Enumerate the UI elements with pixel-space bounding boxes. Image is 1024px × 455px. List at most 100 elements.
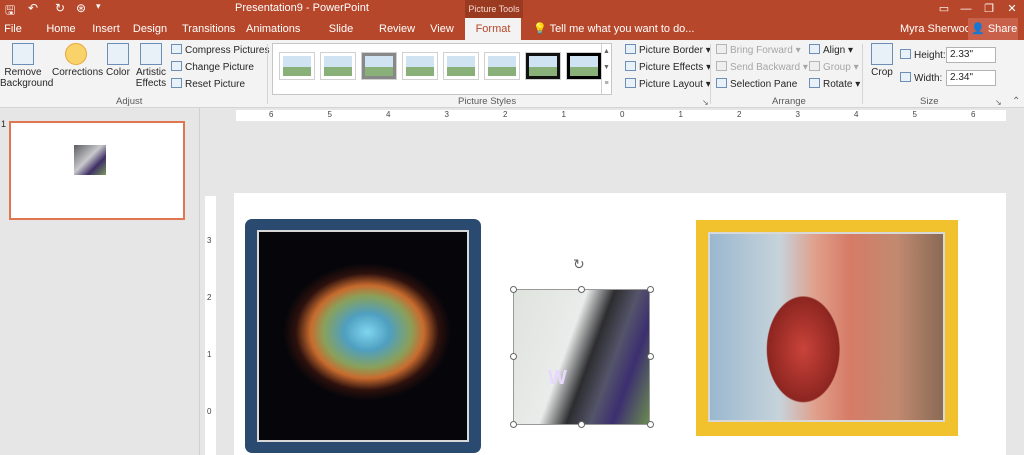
compress-label: Compress Pictures	[185, 45, 270, 56]
rotate-icon	[809, 78, 820, 88]
height-field[interactable]: 2.33"	[946, 47, 996, 63]
color-button[interactable]: Color	[103, 43, 133, 78]
change-picture-button[interactable]: Change Picture	[171, 61, 254, 73]
group-divider	[862, 44, 863, 104]
width-label: Width:	[900, 72, 942, 84]
anatomy-heart-image[interactable]	[708, 232, 945, 422]
gallery-scroll[interactable]: ▲ ▼ ≡	[601, 44, 611, 94]
maximize-icon[interactable]: ❐	[978, 0, 1000, 18]
bring-forward-icon	[716, 44, 727, 54]
ribbon-tabs: File Home Insert Design Transitions Anim…	[0, 18, 1024, 57]
remove-background-button[interactable]: Remove Background	[0, 43, 53, 89]
reset-picture-button[interactable]: Reset Picture	[171, 78, 245, 90]
resize-handle[interactable]	[647, 286, 654, 293]
close-icon[interactable]: ✕	[1001, 0, 1023, 18]
style-thumb-picture	[529, 56, 557, 76]
send-backward-label: Send Backward	[730, 62, 801, 73]
resize-handle[interactable]	[510, 286, 517, 293]
nebula-image[interactable]	[257, 230, 469, 442]
tab-design[interactable]: Design	[132, 18, 168, 40]
layout-icon	[625, 78, 636, 88]
ruler-tick-label: 3	[444, 110, 449, 119]
ruler-tick-label: 6	[269, 110, 274, 119]
resize-handle[interactable]	[510, 353, 517, 360]
ruler-tick-label: 4	[854, 110, 859, 119]
ruler-tick-label: 0	[207, 407, 212, 416]
tab-review[interactable]: Review	[379, 18, 415, 40]
style-thumb[interactable]	[279, 52, 315, 80]
resize-handle[interactable]	[578, 286, 585, 293]
width-label-text: Width:	[914, 73, 943, 84]
crop-button[interactable]: Crop	[868, 43, 896, 78]
height-icon	[900, 49, 911, 59]
effects-icon	[625, 61, 636, 71]
picture-border-button[interactable]: Picture Border ▾	[625, 44, 711, 56]
resize-handle[interactable]	[647, 421, 654, 428]
qat-customize-icon[interactable]: ▾	[96, 1, 101, 12]
resize-handle[interactable]	[510, 421, 517, 428]
bring-forward-button[interactable]: Bring Forward ▾	[716, 44, 801, 56]
dialog-launcher-icon[interactable]: ↘	[995, 98, 1002, 107]
horizontal-ruler: 6 5 4 3 2 1 0 1 2 3 4 5 6	[236, 110, 1006, 121]
group-divider	[710, 44, 711, 104]
slide-thumbnail[interactable]	[9, 121, 185, 220]
style-thumb[interactable]	[320, 52, 356, 80]
tab-insert[interactable]: Insert	[88, 18, 124, 40]
undo-icon[interactable]: ↶	[28, 1, 38, 15]
artistic-effects-button[interactable]: Artistic Effects	[134, 43, 168, 89]
tell-me-text: Tell me what you want to do...	[549, 23, 695, 35]
rotate-handle-icon[interactable]: ↻	[573, 256, 585, 273]
minimize-icon[interactable]: —	[955, 0, 977, 18]
height-value: 2.33"	[950, 49, 974, 60]
tab-transitions[interactable]: Transitions	[182, 18, 235, 40]
user-name[interactable]: Myra Sherwood	[900, 18, 977, 40]
crop-icon	[871, 43, 893, 65]
share-button[interactable]: 👤 Share	[968, 18, 1018, 40]
tab-file[interactable]: File	[0, 18, 26, 40]
picture-layout-button[interactable]: Picture Layout ▾	[625, 78, 711, 90]
ribbon-display-icon[interactable]: ▭	[933, 0, 955, 18]
group-button[interactable]: Group ▾	[809, 61, 859, 73]
style-thumb[interactable]	[484, 52, 520, 80]
tab-home[interactable]: Home	[42, 18, 80, 40]
husky-image[interactable]	[513, 289, 650, 425]
style-thumb-picture	[447, 56, 475, 76]
style-thumb[interactable]	[566, 52, 602, 80]
resize-handle[interactable]	[578, 421, 585, 428]
style-thumb[interactable]	[361, 52, 397, 80]
tab-animations[interactable]: Animations	[246, 18, 300, 40]
corrections-button[interactable]: Corrections	[52, 43, 103, 78]
picture-effects-button[interactable]: Picture Effects ▾	[625, 61, 711, 73]
compress-pictures-button[interactable]: Compress Pictures	[171, 44, 269, 56]
redo-icon[interactable]: ↻	[55, 1, 65, 15]
resize-handle[interactable]	[647, 353, 654, 360]
width-field[interactable]: 2.34"	[946, 70, 996, 86]
style-thumb[interactable]	[402, 52, 438, 80]
ruler-tick-label: 6	[971, 110, 976, 119]
slide-number: 1	[1, 119, 7, 129]
compress-icon	[171, 44, 182, 54]
collapse-ribbon-icon[interactable]: ⌃	[1012, 96, 1020, 107]
tab-format[interactable]: Format	[465, 18, 521, 40]
ruler-tick-label: 1	[561, 110, 566, 119]
lightbulb-icon: 💡	[533, 23, 547, 35]
width-icon	[900, 72, 911, 82]
align-button[interactable]: Align ▾	[809, 44, 853, 56]
rotate-button[interactable]: Rotate ▾	[809, 78, 860, 90]
ruler-tick-label: 3	[795, 110, 800, 119]
touch-mode-icon[interactable]: ⊛	[76, 1, 86, 15]
crop-label: Crop	[871, 67, 893, 78]
share-label: Share	[987, 23, 1018, 35]
tab-slide-show[interactable]: Slide Show	[314, 18, 368, 57]
style-thumb[interactable]	[443, 52, 479, 80]
tell-me-search[interactable]: 💡 Tell me what you want to do...	[533, 18, 694, 40]
dialog-launcher-icon[interactable]: ↘	[702, 98, 709, 107]
ruler-tick-label: 2	[737, 110, 742, 119]
send-backward-icon	[716, 61, 727, 71]
tab-view[interactable]: View	[428, 18, 456, 40]
style-thumb[interactable]	[525, 52, 561, 80]
picture-styles-gallery[interactable]: ▲ ▼ ≡	[272, 43, 612, 95]
send-backward-button[interactable]: Send Backward ▾	[716, 61, 808, 73]
artistic-effects-label: Artistic Effects	[135, 67, 167, 89]
selection-pane-button[interactable]: Selection Pane	[716, 78, 797, 90]
